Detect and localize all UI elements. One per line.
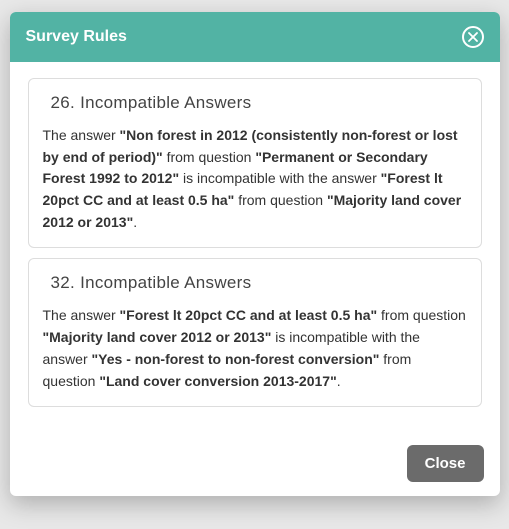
close-icon[interactable]	[462, 26, 484, 48]
modal-body: 26. Incompatible Answers The answer "Non…	[10, 62, 500, 433]
rule-question: "Land cover conversion 2013-2017"	[99, 373, 336, 389]
rule-answer: "Yes - non-forest to non-forest conversi…	[92, 351, 380, 367]
modal-header: Survey Rules	[10, 12, 500, 62]
modal-footer: Close	[10, 433, 500, 496]
rule-text-part: .	[337, 373, 341, 389]
rule-text-part: The answer	[43, 127, 120, 143]
rule-answer: "Forest lt 20pct CC and at least 0.5 ha"	[120, 307, 378, 323]
rule-question: "Majority land cover 2012 or 2013"	[43, 329, 272, 345]
rule-text-part: The answer	[43, 307, 120, 323]
rule-text-part: is incompatible with the answer	[179, 170, 381, 186]
rule-text-part: from question	[163, 149, 256, 165]
rule-card: 26. Incompatible Answers The answer "Non…	[28, 78, 482, 248]
rule-text-part: .	[133, 214, 137, 230]
rule-text: The answer "Forest lt 20pct CC and at le…	[43, 305, 467, 392]
close-button[interactable]: Close	[407, 445, 484, 482]
rule-title: 32. Incompatible Answers	[51, 273, 467, 293]
rule-text-part: from question	[377, 307, 466, 323]
rule-card: 32. Incompatible Answers The answer "For…	[28, 258, 482, 407]
rule-title: 26. Incompatible Answers	[51, 93, 467, 113]
rule-number: 26	[51, 93, 71, 112]
rule-number: 32	[51, 273, 71, 292]
rule-heading: Incompatible Answers	[80, 273, 251, 292]
survey-rules-modal: Survey Rules 26. Incompatible Answers Th…	[10, 12, 500, 496]
rule-heading: Incompatible Answers	[80, 93, 251, 112]
x-icon	[468, 32, 478, 42]
rule-text-part: from question	[234, 192, 327, 208]
rule-text: The answer "Non forest in 2012 (consiste…	[43, 125, 467, 233]
modal-title: Survey Rules	[26, 28, 127, 46]
modal-overlay: Survey Rules 26. Incompatible Answers Th…	[0, 0, 509, 529]
